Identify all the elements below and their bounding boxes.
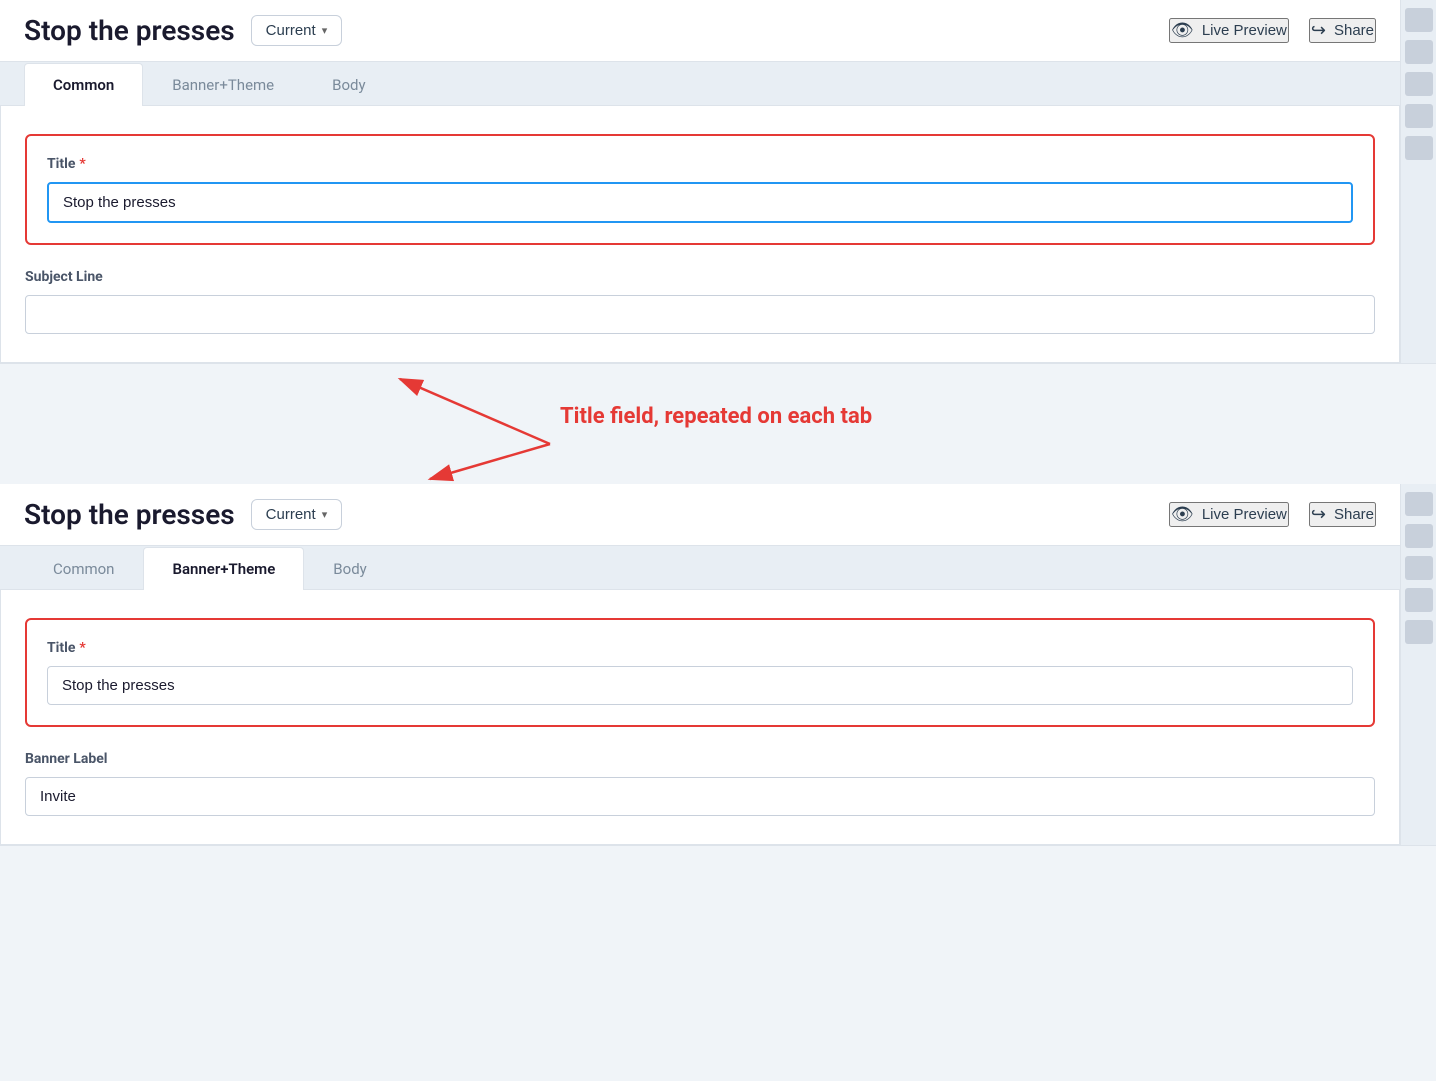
header-right-bottom: 👁 Live Preview ↪ Share bbox=[1169, 502, 1376, 527]
version-dropdown-top[interactable]: Current ▾ bbox=[251, 15, 343, 46]
eye-icon-bottom: 👁 bbox=[1171, 504, 1194, 525]
share-button-top[interactable]: ↪ Share bbox=[1309, 18, 1376, 43]
strip-item-b5 bbox=[1405, 620, 1433, 644]
app-container: Stop the presses Current ▾ 👁 Live Previe… bbox=[0, 0, 1436, 846]
title-input-bottom[interactable] bbox=[47, 666, 1353, 705]
annotation-text: Title field, repeated on each tab bbox=[560, 404, 872, 429]
subject-line-input-top[interactable] bbox=[25, 295, 1375, 334]
tab-common-bottom[interactable]: Common bbox=[24, 547, 143, 590]
chevron-down-icon-bottom: ▾ bbox=[322, 508, 328, 521]
share-label-bottom: Share bbox=[1334, 506, 1374, 523]
subject-line-group-top: Subject Line bbox=[25, 269, 1375, 334]
tabs-bar-top: Common Banner+Theme Body bbox=[0, 62, 1400, 105]
live-preview-button-top[interactable]: 👁 Live Preview bbox=[1169, 18, 1289, 43]
share-icon-bottom: ↪ bbox=[1311, 504, 1326, 525]
live-preview-label-top: Live Preview bbox=[1202, 22, 1287, 39]
share-label-top: Share bbox=[1334, 22, 1374, 39]
banner-label-input[interactable] bbox=[25, 777, 1375, 816]
tab-body-top[interactable]: Body bbox=[303, 63, 394, 106]
header-bar-top: Stop the presses Current ▾ 👁 Live Previe… bbox=[0, 0, 1400, 62]
content-area-bottom: Title * Banner Label bbox=[0, 589, 1400, 845]
panel-top: Stop the presses Current ▾ 👁 Live Previe… bbox=[0, 0, 1436, 364]
title-input-top[interactable] bbox=[47, 182, 1353, 223]
page-title-top: Stop the presses bbox=[24, 14, 235, 47]
strip-item-b1 bbox=[1405, 492, 1433, 516]
strip-item-4 bbox=[1405, 104, 1433, 128]
version-label-bottom: Current bbox=[266, 506, 316, 523]
tab-banner-theme-bottom[interactable]: Banner+Theme bbox=[143, 547, 304, 590]
strip-item-1 bbox=[1405, 8, 1433, 32]
title-field-section-top: Title * bbox=[25, 134, 1375, 245]
tabs-bar-bottom: Common Banner+Theme Body bbox=[0, 546, 1400, 589]
required-star-top: * bbox=[79, 156, 85, 172]
eye-icon-top: 👁 bbox=[1171, 20, 1194, 41]
header-right-top: 👁 Live Preview ↪ Share bbox=[1169, 18, 1376, 43]
strip-item-5 bbox=[1405, 136, 1433, 160]
right-strip-bottom bbox=[1400, 484, 1436, 845]
panel-bottom: Stop the presses Current ▾ 👁 Live Previe… bbox=[0, 484, 1436, 846]
title-label-top: Title * bbox=[47, 156, 1353, 172]
share-button-bottom[interactable]: ↪ Share bbox=[1309, 502, 1376, 527]
right-strip-top bbox=[1400, 0, 1436, 363]
version-label-top: Current bbox=[266, 22, 316, 39]
strip-item-2 bbox=[1405, 40, 1433, 64]
version-dropdown-bottom[interactable]: Current ▾ bbox=[251, 499, 343, 530]
chevron-down-icon-top: ▾ bbox=[322, 24, 328, 37]
tab-banner-theme-top[interactable]: Banner+Theme bbox=[143, 63, 303, 106]
content-area-top: Title * Subject Line bbox=[0, 105, 1400, 363]
live-preview-button-bottom[interactable]: 👁 Live Preview bbox=[1169, 502, 1289, 527]
subject-line-label-top: Subject Line bbox=[25, 269, 1375, 285]
banner-label-group: Banner Label bbox=[25, 751, 1375, 816]
annotation-area: Title field, repeated on each tab bbox=[0, 364, 1436, 484]
required-star-bottom: * bbox=[79, 640, 85, 656]
page-title-bottom: Stop the presses bbox=[24, 498, 235, 531]
strip-item-b4 bbox=[1405, 588, 1433, 612]
title-field-section-bottom: Title * bbox=[25, 618, 1375, 727]
strip-item-3 bbox=[1405, 72, 1433, 96]
banner-label-label: Banner Label bbox=[25, 751, 1375, 767]
tab-common-top[interactable]: Common bbox=[24, 63, 143, 106]
strip-item-b3 bbox=[1405, 556, 1433, 580]
header-bar-bottom: Stop the presses Current ▾ 👁 Live Previe… bbox=[0, 484, 1400, 546]
tab-body-bottom[interactable]: Body bbox=[304, 547, 395, 590]
strip-item-b2 bbox=[1405, 524, 1433, 548]
live-preview-label-bottom: Live Preview bbox=[1202, 506, 1287, 523]
title-label-bottom: Title * bbox=[47, 640, 1353, 656]
share-icon-top: ↪ bbox=[1311, 20, 1326, 41]
